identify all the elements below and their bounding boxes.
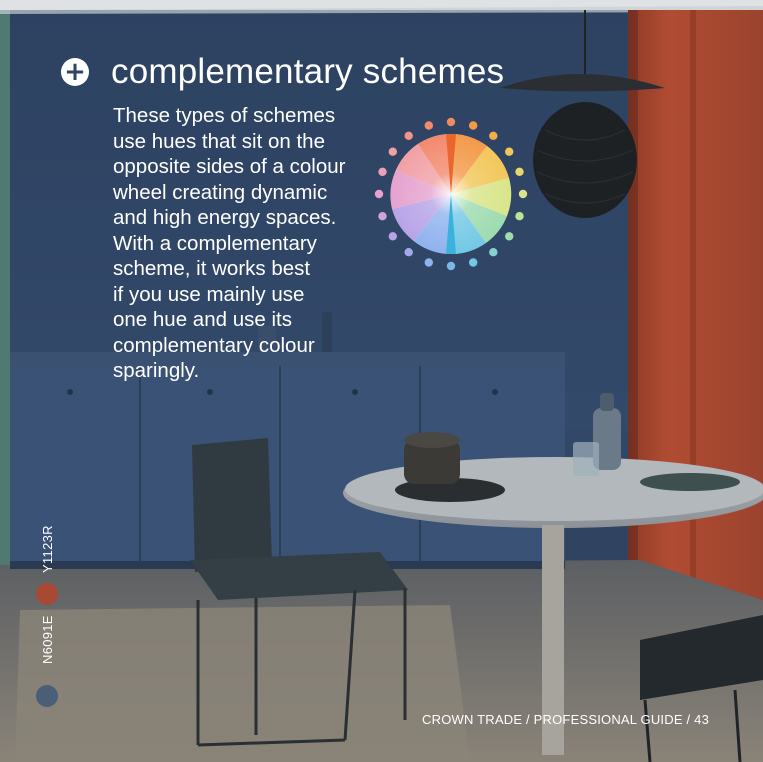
body-line: These types of schemes — [113, 104, 336, 127]
swatch-code-y1123r: Y1123R — [40, 525, 55, 573]
body-line: opposite sides of a colour — [113, 155, 346, 178]
body-line: sparingly. — [113, 359, 200, 382]
wheel-dot — [505, 232, 514, 241]
wheel-dot — [515, 167, 524, 176]
wheel-dot — [518, 189, 528, 199]
wheel-dot — [469, 121, 478, 130]
body-line: use hues that sit on the — [113, 129, 325, 153]
body-line: complementary colour — [113, 333, 315, 357]
wheel-dot — [446, 261, 456, 271]
swatch-dot-y1123r — [36, 583, 58, 605]
body-line: scheme, it works best — [113, 257, 311, 280]
wheel-dot — [489, 248, 498, 257]
wheel-dot — [424, 258, 433, 267]
wheel-dot — [404, 131, 413, 140]
body-line: one hue and use its — [113, 308, 292, 331]
body-line: wheel creating dynamic — [113, 180, 328, 204]
wheel-dot — [515, 212, 524, 221]
wheel-dot — [424, 121, 433, 130]
wheel-dot — [469, 258, 478, 267]
wheel-dot — [404, 248, 413, 257]
body-line: and high energy spaces. — [113, 206, 337, 229]
wheel-dot — [505, 147, 514, 156]
swatch-code-n6091e: N6091E — [40, 615, 55, 664]
body-line: if you use mainly use — [113, 282, 305, 306]
plus-circle-icon: + — [61, 58, 89, 86]
section-heading: + complementary schemes — [61, 52, 504, 92]
wheel-dot — [489, 131, 498, 140]
wheel-dot — [446, 117, 456, 127]
body-paragraph: These types of schemes use hues that sit… — [113, 103, 393, 384]
page-footer: CROWN TRADE / PROFESSIONAL GUIDE / 43 — [422, 712, 709, 727]
body-line: With a complementary — [113, 231, 317, 255]
section-title: complementary schemes — [111, 52, 505, 91]
swatch-dot-n6091e — [36, 685, 58, 707]
